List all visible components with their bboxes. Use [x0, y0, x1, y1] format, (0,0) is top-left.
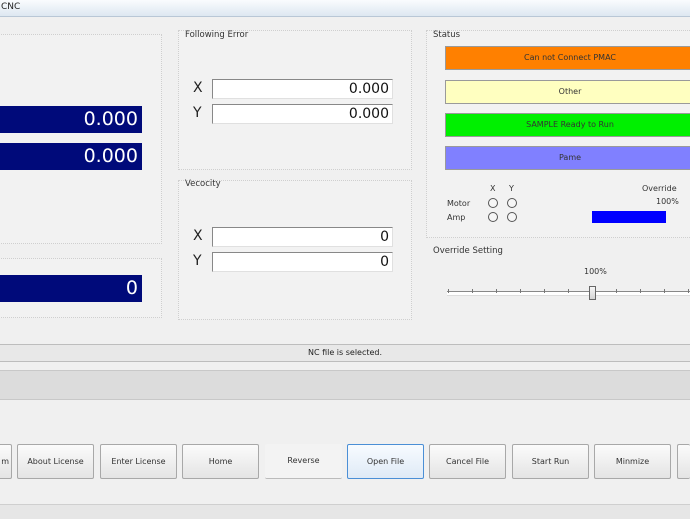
velocity-x-value: 0	[212, 227, 393, 247]
override-label: Override	[642, 184, 677, 193]
status-other: Other	[445, 80, 690, 104]
slider-tick	[640, 289, 641, 293]
status-label: Status	[433, 30, 461, 40]
override-setting-label: Override Setting	[433, 246, 503, 256]
status-connection: Can not Connect PMAC	[445, 46, 690, 70]
slider-tick	[616, 289, 617, 293]
status-pause: Pame	[445, 146, 690, 170]
partial-button[interactable]: m	[0, 444, 12, 479]
following-error-panel	[178, 30, 412, 170]
open-file-button[interactable]: Open File	[347, 444, 424, 479]
start-run-button[interactable]: Start Run	[512, 444, 589, 479]
enter-license-button[interactable]: Enter License	[100, 444, 177, 479]
slider-tick	[568, 289, 569, 293]
override-setting-value: 100%	[584, 267, 607, 276]
title-bar: CNC	[0, 0, 690, 17]
velocity-label: Vecocity	[185, 179, 221, 189]
home-button[interactable]: Home	[182, 444, 259, 479]
info-band	[0, 370, 690, 400]
partial-right-button[interactable]	[677, 444, 690, 479]
slider-tick	[688, 289, 689, 293]
override-slider[interactable]	[445, 283, 690, 303]
slider-tick	[472, 289, 473, 293]
velocity-y-value: 0	[212, 252, 393, 272]
status-bar-message: NC file is selected.	[307, 348, 383, 357]
override-bar-fill	[592, 211, 666, 223]
bottom-strip	[0, 504, 690, 519]
velocity-panel	[178, 180, 412, 320]
motor-y-indicator	[507, 198, 517, 208]
velocity-y-label: Y	[193, 253, 202, 269]
status-ready: SAMPLE Ready to Run	[445, 113, 690, 137]
following-error-y-value: 0.000	[212, 104, 393, 124]
amp-label: Amp	[447, 213, 466, 222]
override-slider-thumb[interactable]	[589, 286, 596, 300]
override-percent: 100%	[656, 197, 679, 206]
amp-y-indicator	[507, 212, 517, 222]
slider-tick	[448, 289, 449, 293]
position-x-value: 0.000	[0, 106, 142, 133]
amp-x-indicator	[488, 212, 498, 222]
slider-tick	[544, 289, 545, 293]
cancel-file-button[interactable]: Cancel File	[429, 444, 506, 479]
override-bar-track	[592, 211, 666, 223]
slider-tick	[664, 289, 665, 293]
slider-tick	[496, 289, 497, 293]
following-error-x-value: 0.000	[212, 79, 393, 99]
indicator-x-header: X	[490, 184, 496, 193]
counter-value: 0	[0, 275, 142, 302]
position-y-value: 0.000	[0, 143, 142, 170]
slider-tick	[520, 289, 521, 293]
reverse-button[interactable]: Reverse	[265, 444, 342, 479]
about-license-button[interactable]: About License	[17, 444, 94, 479]
motor-x-indicator	[488, 198, 498, 208]
window-title: CNC	[1, 2, 21, 12]
following-error-x-label: X	[193, 80, 203, 96]
velocity-x-label: X	[193, 228, 203, 244]
status-bar: NC file is selected.	[0, 344, 690, 362]
following-error-y-label: Y	[193, 105, 202, 121]
position-panel	[0, 34, 162, 244]
minimize-button[interactable]: Minmize	[594, 444, 671, 479]
following-error-label: Following Error	[185, 30, 249, 40]
motor-label: Motor	[447, 199, 471, 208]
indicator-y-header: Y	[509, 184, 514, 193]
